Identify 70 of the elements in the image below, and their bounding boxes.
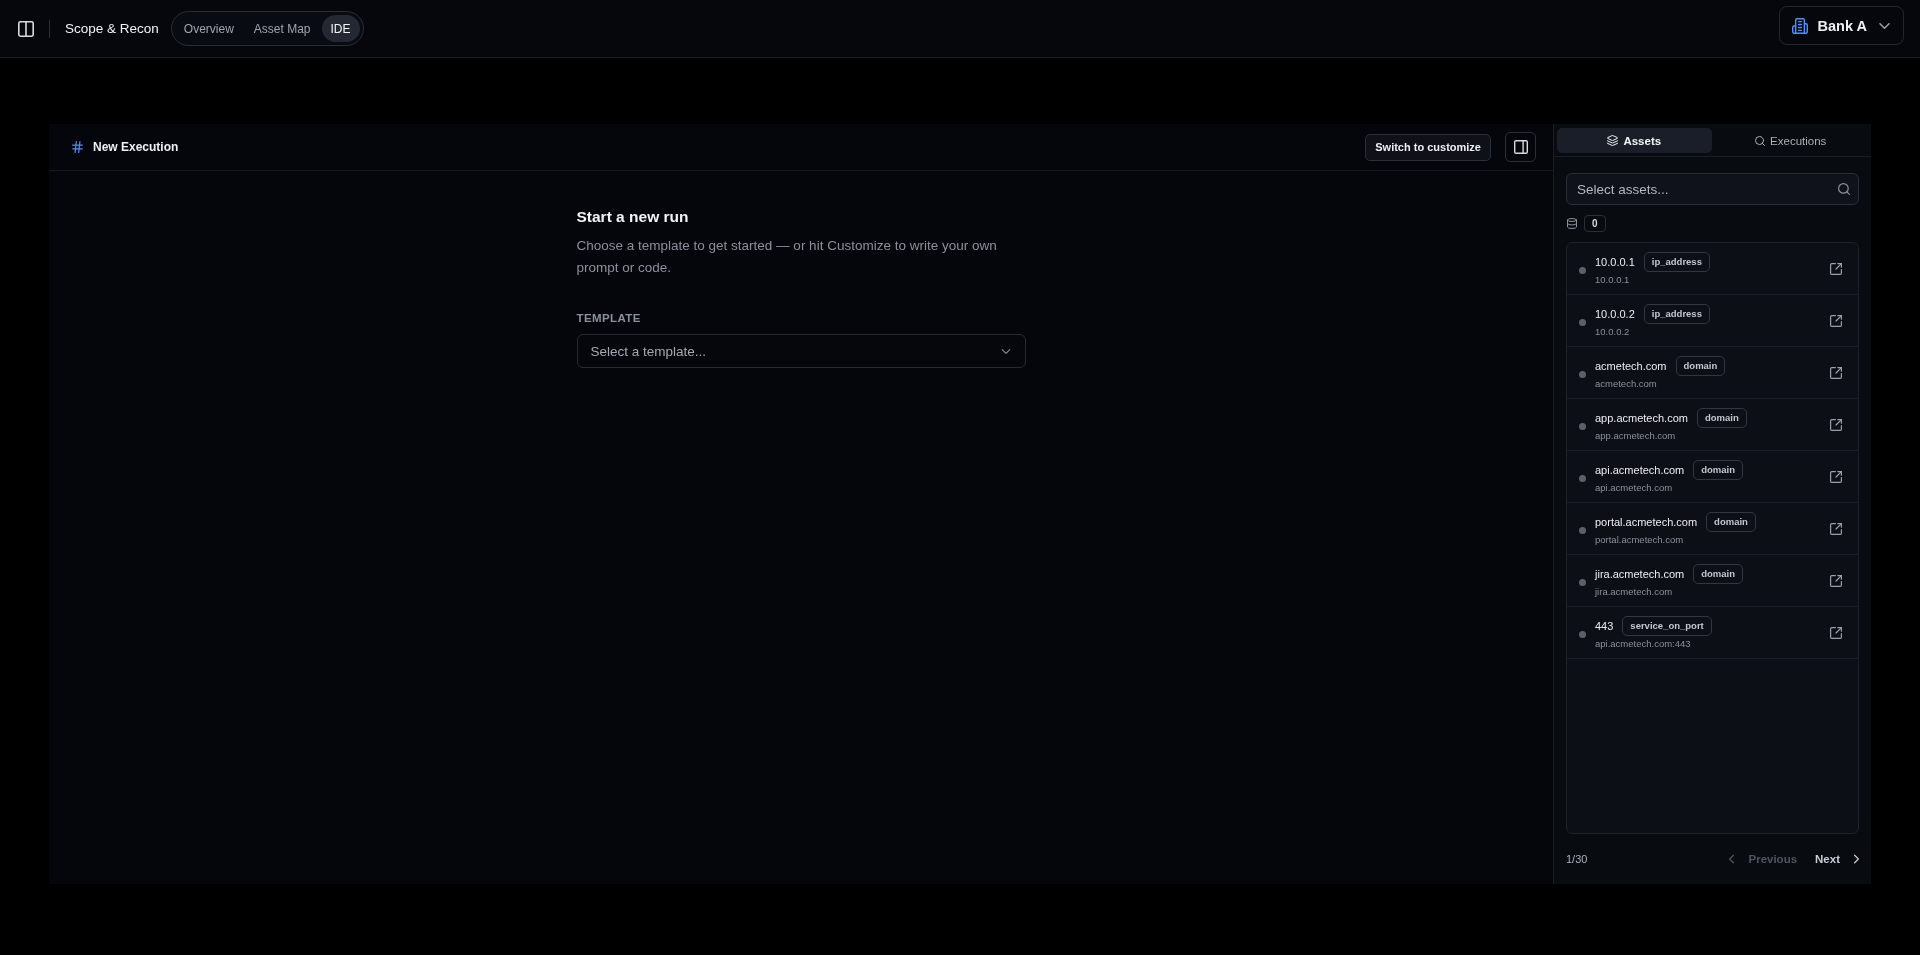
external-link-icon[interactable]: [1830, 418, 1842, 431]
asset-name[interactable]: api.acmetech.com: [1595, 464, 1685, 476]
layers-icon: [1607, 135, 1619, 146]
asset-type-tag: ip_address: [1643, 304, 1710, 324]
asset-value: acmetech.com: [1595, 378, 1657, 389]
status-dot-icon: [1579, 579, 1586, 586]
asset-value: 10.0.0.1: [1595, 274, 1630, 285]
selected-count: 0: [1584, 214, 1606, 232]
external-link-icon[interactable]: [1830, 262, 1842, 275]
asset-type-tag: domain: [1696, 408, 1747, 428]
search-icon: [1755, 135, 1766, 146]
status-dot-icon: [1579, 371, 1586, 378]
switch-to-customize-button[interactable]: Switch to customize: [1365, 133, 1491, 161]
status-dot-icon: [1579, 267, 1586, 274]
asset-value: 10.0.0.2: [1595, 326, 1630, 337]
asset-value: jira.acmetech.com: [1595, 586, 1673, 597]
asset-value: api.acmetech.com:443: [1595, 638, 1691, 649]
view-tab[interactable]: Overview: [174, 15, 243, 42]
asset-type-tag: ip_address: [1643, 252, 1710, 272]
panel-toggle-button[interactable]: [1505, 132, 1536, 162]
asset-type-tag: service_on_port: [1622, 616, 1712, 636]
view-tab[interactable]: Asset Map: [244, 15, 320, 42]
search-icon: [1838, 183, 1850, 195]
chevron-left-icon: [1729, 854, 1735, 864]
asset-value: portal.acmetech.com: [1595, 534, 1684, 545]
external-link-icon[interactable]: [1830, 574, 1842, 587]
chevron-right-icon: [1854, 854, 1859, 864]
external-link-icon[interactable]: [1830, 314, 1842, 327]
asset-value: app.acmetech.com: [1595, 430, 1676, 441]
asset-name[interactable]: 10.0.0.2: [1595, 308, 1635, 320]
status-dot-icon: [1579, 527, 1586, 534]
run-heading: Start a new run: [576, 207, 689, 227]
status-dot-icon: [1579, 475, 1586, 482]
asset-type-tag: domain: [1706, 512, 1756, 532]
status-dot-icon: [1579, 423, 1586, 430]
page-title: Scope & Recon: [65, 21, 159, 36]
chevron-down-icon: [1879, 22, 1890, 29]
next-button[interactable]: Next: [1815, 853, 1859, 865]
asset-name[interactable]: app.acmetech.com: [1595, 412, 1688, 424]
status-dot-icon: [1579, 631, 1586, 638]
external-link-icon[interactable]: [1830, 626, 1842, 639]
asset-type-tag: domain: [1693, 564, 1744, 584]
hash-icon: [72, 141, 83, 153]
building-icon: [1791, 17, 1808, 34]
asset-type-tag: domain: [1675, 356, 1726, 376]
template-label: TEMPLATE: [576, 312, 641, 324]
asset-value: api.acmetech.com: [1595, 482, 1673, 493]
status-dot-icon: [1579, 319, 1586, 326]
asset-name[interactable]: 10.0.0.1: [1595, 256, 1635, 268]
chevron-down-icon: [1000, 348, 1011, 354]
execution-title: New Execution: [93, 140, 179, 154]
panel-right-icon: [1513, 140, 1528, 154]
asset-search-field[interactable]: Select assets...: [1566, 173, 1859, 205]
asset-name[interactable]: acmetech.com: [1595, 360, 1667, 372]
view-tab[interactable]: IDE: [321, 15, 360, 42]
external-link-icon[interactable]: [1830, 522, 1842, 535]
sidebar-panel-icon[interactable]: [18, 20, 34, 37]
external-link-icon[interactable]: [1830, 366, 1842, 379]
panel-tab[interactable]: Assets: [1557, 128, 1712, 153]
organization-switcher[interactable]: Bank A: [1778, 6, 1904, 45]
template-select[interactable]: Select a template...: [576, 334, 1026, 368]
asset-name[interactable]: 443: [1595, 620, 1614, 632]
database-icon: [1567, 217, 1577, 229]
run-description: Choose a template to get started — or hit Customize to write your own prompt or code.: [576, 237, 998, 277]
asset-name[interactable]: portal.acmetech.com: [1595, 516, 1698, 528]
asset-name[interactable]: jira.acmetech.com: [1595, 568, 1685, 580]
page-indicator: 1/30: [1566, 853, 1588, 865]
external-link-icon[interactable]: [1830, 470, 1842, 483]
asset-type-tag: domain: [1693, 460, 1744, 480]
panel-tab[interactable]: Executions: [1713, 128, 1868, 153]
